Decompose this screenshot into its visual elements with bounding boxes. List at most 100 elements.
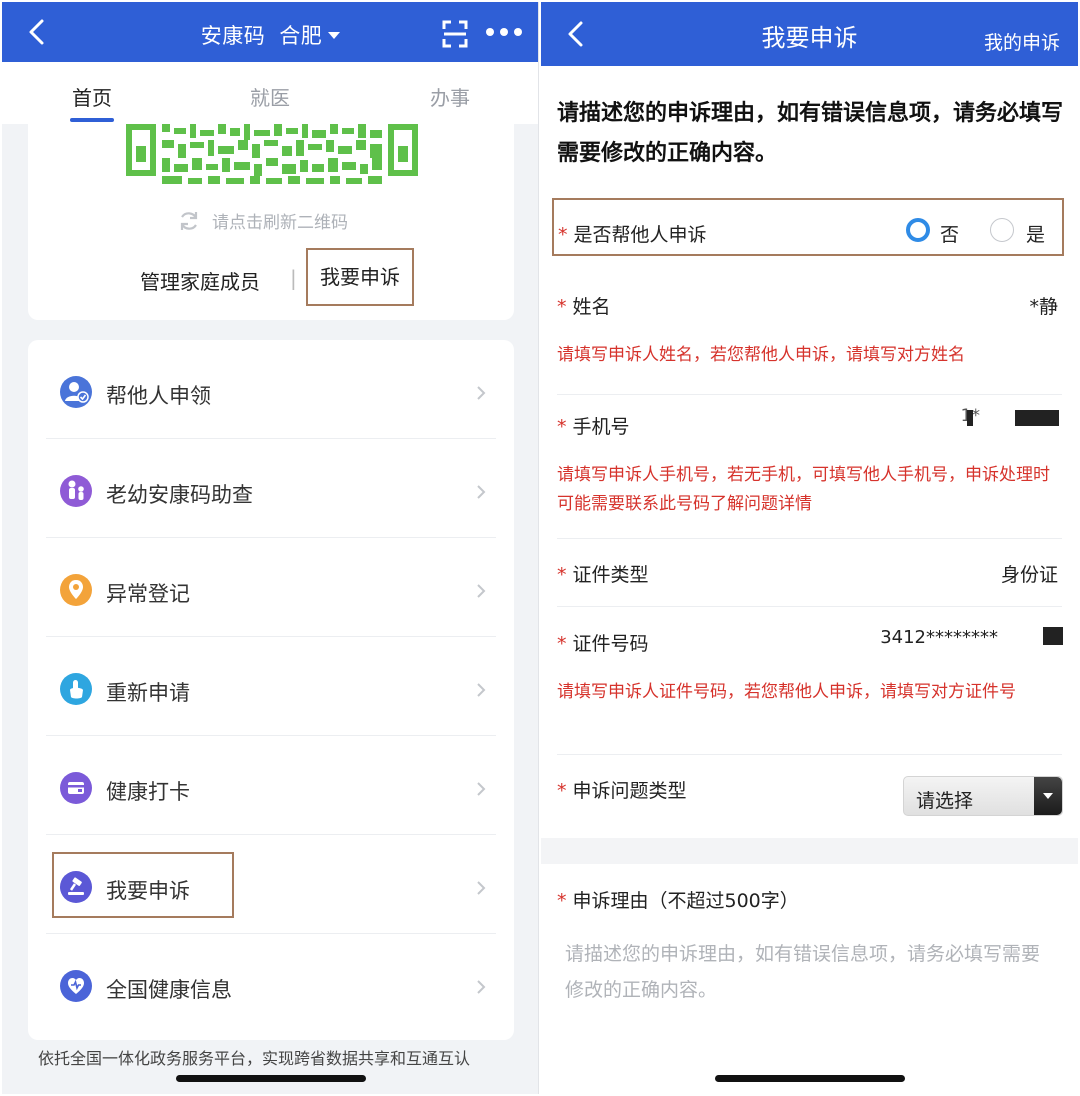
radio-no[interactable] [906,218,930,242]
required-mark: * [557,296,567,318]
phone-hint: 请填写申诉人手机号，若无手机，可填写他人手机号，申诉处理时可能需要联系此号码了解… [557,465,1050,514]
tab-services[interactable]: 办事 [430,82,470,111]
chevron-right-icon [477,584,486,598]
name-row: * 姓名 *静 [557,292,1062,322]
menu-item-label: 全国健康信息 [106,978,232,1002]
id-type-label: * 证件类型 [557,560,649,587]
scan-icon[interactable] [442,20,468,48]
reason-row: * 申诉理由（不超过500字） [557,886,1062,916]
required-mark: * [557,633,567,655]
appeal-form-screen: 我要申诉 我的申诉 请描述您的申诉理由，如有错误信息项，请务必填写需要修改的正确… [541,2,1078,1094]
id-number-row: * 证件号码 3412******** [557,627,1063,659]
family-icon [60,475,92,507]
services-menu: 帮他人申领 老幼安康码助查 异常登记 重新申请 健康打卡 我要申诉 全国健康信息 [28,340,514,1040]
name-hint: 请填写申诉人姓名，若您帮他人申诉，请填写对方姓名 [557,345,965,365]
radio-yes[interactable] [990,218,1014,242]
dropdown-caret-icon [328,32,341,39]
gavel-icon [60,871,92,903]
issue-type-selected: 请选择 [916,790,974,812]
top-nav-bar: 我要申诉 我的申诉 [541,2,1078,66]
phone-label-text: 手机号 [572,416,630,438]
tab-medical[interactable]: 就医 [250,82,290,111]
menu-item-help-others-apply[interactable]: 帮他人申领 [46,340,496,439]
ankang-code-home-screen: 安康码 合肥 首页 就医 办事 请点击刷新二维码 管理家庭成员 | 我要申诉 帮… [2,2,539,1094]
phone-row: *手机号 1* [557,406,1062,442]
radio-no-label: 否 [940,224,960,246]
nav-title-text: 安康码 [200,24,266,48]
refresh-icon [180,212,198,230]
redaction-mask [1015,410,1059,426]
chevron-right-icon [477,881,486,895]
manage-family-link[interactable]: 管理家庭成员 [140,266,260,295]
id-number-label-text: 证件号码 [572,633,649,655]
active-tab-indicator [70,118,114,122]
chevron-right-icon [477,386,486,400]
home-indicator [176,1075,366,1082]
platform-footer-note: 依托全国一体化政务服务平台，实现跨省数据共享和互通互认 [38,1049,471,1068]
home-indicator [715,1075,905,1082]
city-name: 合肥 [279,24,323,48]
card-icon [60,772,92,804]
form-intro: 请描述您的申诉理由，如有错误信息项，请务必填写需要修改的正确内容。 [557,101,1064,166]
menu-item-label: 异常登记 [106,582,190,606]
touch-hand-icon [60,673,92,705]
issue-type-select[interactable]: 请选择 [903,776,1063,816]
tab-home[interactable]: 首页 [72,82,112,111]
dropdown-arrow-icon [1034,777,1062,815]
id-number-label: * 证件号码 [557,629,649,656]
menu-item-label: 我要申诉 [106,879,190,903]
help-others-row: * 是否帮他人申诉 否 是 [552,198,1064,256]
heart-shield-icon [60,970,92,1002]
required-mark: * [557,780,567,802]
redaction-mask [1043,627,1063,645]
help-others-label: * 是否帮他人申诉 [558,220,707,247]
top-nav-bar: 安康码 合肥 [2,2,538,62]
tab-bar: 首页 就医 办事 [2,62,538,124]
reason-textarea[interactable]: 请描述您的申诉理由，如有错误信息项，请务必填写需要修改的正确内容。 [565,936,1055,1008]
city-selector[interactable]: 合肥 [279,24,341,48]
menu-item-label: 老幼安康码助查 [106,483,253,507]
menu-item-reapply[interactable]: 重新申请 [46,637,496,736]
issue-type-label-text: 申诉问题类型 [572,780,687,802]
chevron-right-icon [477,683,486,697]
menu-item-elder-child-lookup[interactable]: 老幼安康码助查 [46,439,496,538]
required-mark: * [557,416,567,438]
required-mark: * [557,890,567,912]
menu-item-health-checkin[interactable]: 健康打卡 [46,736,496,835]
refresh-text: 请点击刷新二维码 [212,213,348,233]
divider [557,538,1062,539]
refresh-qr-hint[interactable]: 请点击刷新二维码 [178,208,348,233]
health-code-card: 请点击刷新二维码 管理家庭成员 | 我要申诉 [28,124,514,320]
reason-label-text: 申诉理由（不超过500字） [572,890,799,912]
my-appeals-link[interactable]: 我的申诉 [984,28,1060,55]
person-check-icon [60,376,92,408]
phone-label: * 手机号 [557,412,630,439]
help-others-label-text: 是否帮他人申诉 [573,224,707,246]
chevron-right-icon [477,980,486,994]
id-type-value[interactable]: 身份证 [1001,560,1058,587]
section-gap [541,838,1078,864]
name-label: * 姓名 [557,292,611,319]
required-mark: * [557,564,567,586]
menu-item-label: 重新申请 [106,681,190,705]
menu-item-appeal[interactable]: 我要申诉 [46,835,496,934]
appeal-link[interactable]: 我要申诉 [306,248,414,306]
name-label-text: 姓名 [572,296,611,318]
name-value[interactable]: *静 [1029,292,1058,319]
id-number-hint: 请填写申诉人证件号码，若您帮他人申诉，请填写对方证件号 [557,682,1016,702]
redaction-mask [967,410,973,426]
chevron-right-icon [477,782,486,796]
id-type-label-text: 证件类型 [572,564,649,586]
menu-item-abnormal-registration[interactable]: 异常登记 [46,538,496,637]
required-mark: * [558,224,568,246]
reason-label: * 申诉理由（不超过500字） [557,886,799,913]
divider [557,394,1062,395]
qr-code-image[interactable] [126,124,418,186]
menu-item-label: 帮他人申领 [106,384,211,408]
location-pin-icon [60,574,92,606]
more-options-icon[interactable] [486,28,528,36]
menu-item-national-health-info[interactable]: 全国健康信息 [46,934,496,1033]
radio-yes-label: 是 [1026,224,1046,246]
id-number-value[interactable]: 3412******** [880,627,998,648]
screenshot: 安康码 合肥 首页 就医 办事 请点击刷新二维码 管理家庭成员 | 我要申诉 帮… [0,0,1080,1096]
